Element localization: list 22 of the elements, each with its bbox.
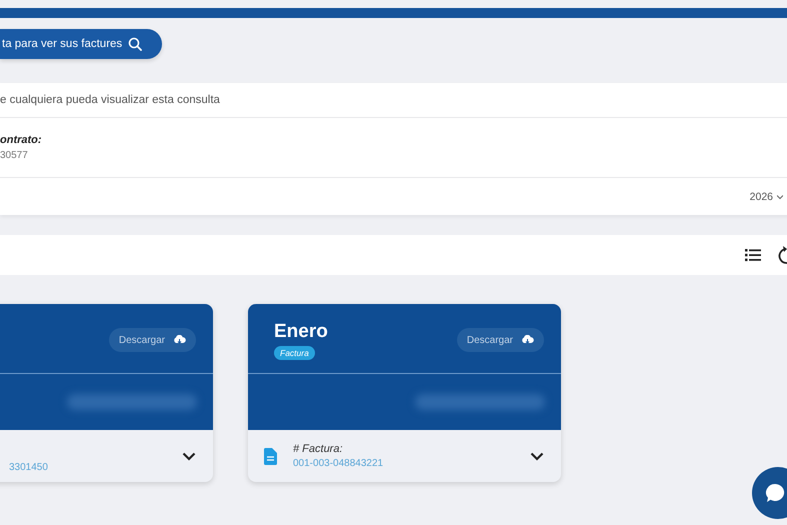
search-button[interactable]: ta para ver sus factures (0, 29, 162, 59)
contract-number: 30577 (0, 150, 29, 161)
month-title: Enero (274, 321, 328, 343)
download-button[interactable]: Descargar (108, 328, 196, 352)
list-icon[interactable] (745, 248, 761, 262)
download-button[interactable]: Descargar (456, 328, 544, 352)
contract-label: ontrato: (0, 134, 43, 146)
chevron-icon[interactable] (530, 452, 544, 460)
invoice-number: 001-003-048843221 (293, 458, 384, 469)
refresh-icon[interactable] (777, 246, 787, 264)
invoice-number: 3301450 (9, 462, 49, 472)
notice-text: e cualquiera pueda visualizar esta consulta (0, 94, 220, 106)
invoice-tag: Factura (274, 346, 315, 360)
chat-bubble-icon (764, 482, 786, 504)
invoice-number-label: # Factura: (293, 443, 344, 455)
caret-icon (777, 194, 783, 200)
search-icon (128, 37, 142, 51)
cloud-download-icon (173, 335, 186, 345)
document-icon (264, 448, 277, 464)
chevron-icon[interactable] (182, 452, 196, 460)
year-select[interactable]: 2026 (750, 190, 773, 202)
cloud-download-icon (521, 335, 534, 345)
